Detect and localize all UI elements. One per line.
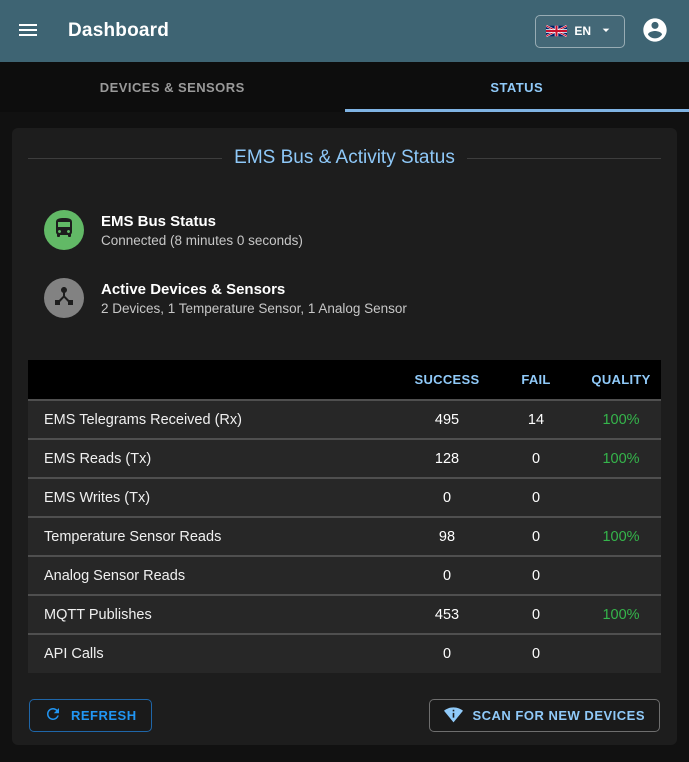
scan-for-new-devices-button[interactable]: SCAN FOR NEW DEVICES (429, 699, 660, 732)
bus-icon (52, 216, 76, 245)
tab-devices-sensors[interactable]: DEVICES & SENSORS (0, 62, 345, 112)
avatar (44, 210, 84, 250)
table-row: Analog Sensor Reads 0 0 (28, 556, 661, 595)
bus-status-text: EMS Bus Status Connected (8 minutes 0 se… (101, 213, 303, 248)
refresh-icon (44, 705, 62, 726)
row-name: EMS Writes (Tx) (28, 478, 403, 517)
active-devices-item: Active Devices & Sensors 2 Devices, 1 Te… (44, 278, 661, 318)
status-table-body: EMS Telegrams Received (Rx) 495 14 100% … (28, 400, 661, 673)
column-header-quality: QUALITY (581, 360, 661, 400)
row-name: EMS Telegrams Received (Rx) (28, 400, 403, 439)
row-success: 0 (403, 556, 491, 595)
status-table-header: SUCCESS FAIL QUALITY (28, 360, 661, 400)
table-row: EMS Writes (Tx) 0 0 (28, 478, 661, 517)
row-success: 98 (403, 517, 491, 556)
row-name: EMS Reads (Tx) (28, 439, 403, 478)
item-title: Active Devices & Sensors (101, 281, 407, 298)
row-fail: 14 (491, 400, 581, 439)
status-table: SUCCESS FAIL QUALITY EMS Telegrams Recei… (28, 360, 661, 673)
card-title: EMS Bus & Activity Status (234, 147, 455, 169)
table-row: API Calls 0 0 (28, 634, 661, 673)
item-subtitle: Connected (8 minutes 0 seconds) (101, 233, 303, 248)
row-quality (581, 634, 661, 673)
language-code: EN (574, 24, 591, 38)
column-header-success: SUCCESS (403, 360, 491, 400)
title-divider-left (28, 158, 222, 159)
row-success: 495 (403, 400, 491, 439)
app-header: Dashboard EN (0, 0, 689, 62)
row-quality: 100% (581, 400, 661, 439)
item-title: EMS Bus Status (101, 213, 303, 230)
refresh-button-label: REFRESH (71, 708, 137, 723)
language-selector[interactable]: EN (535, 15, 625, 48)
menu-icon (16, 18, 40, 45)
scan-button-label: SCAN FOR NEW DEVICES (472, 708, 645, 723)
account-button[interactable] (635, 10, 675, 53)
row-fail: 0 (491, 556, 581, 595)
row-name: Temperature Sensor Reads (28, 517, 403, 556)
table-row: MQTT Publishes 453 0 100% (28, 595, 661, 634)
tab-status[interactable]: STATUS (345, 62, 689, 112)
row-quality: 100% (581, 439, 661, 478)
row-quality: 100% (581, 517, 661, 556)
column-header-fail: FAIL (491, 360, 581, 400)
row-name: API Calls (28, 634, 403, 673)
row-success: 453 (403, 595, 491, 634)
row-success: 128 (403, 439, 491, 478)
page-title: Dashboard (68, 20, 169, 42)
active-devices-text: Active Devices & Sensors 2 Devices, 1 Te… (101, 281, 407, 316)
title-divider-right (467, 158, 661, 159)
row-quality: 100% (581, 595, 661, 634)
device-hub-icon (52, 284, 76, 313)
menu-button[interactable] (10, 12, 46, 51)
column-header-name (28, 360, 403, 400)
row-fail: 0 (491, 517, 581, 556)
card-footer: REFRESH SCAN FOR NEW DEVICES (28, 699, 661, 732)
refresh-button[interactable]: REFRESH (29, 699, 152, 732)
row-fail: 0 (491, 634, 581, 673)
chevron-down-icon (598, 22, 614, 41)
uk-flag-icon (546, 25, 567, 37)
table-row: EMS Reads (Tx) 128 0 100% (28, 439, 661, 478)
table-row: EMS Telegrams Received (Rx) 495 14 100% (28, 400, 661, 439)
status-card: EMS Bus & Activity Status EMS Bus Status… (12, 128, 677, 745)
table-row: Temperature Sensor Reads 98 0 100% (28, 517, 661, 556)
row-quality (581, 478, 661, 517)
row-quality (581, 556, 661, 595)
account-icon (641, 16, 669, 47)
row-fail: 0 (491, 595, 581, 634)
row-success: 0 (403, 478, 491, 517)
row-success: 0 (403, 634, 491, 673)
row-fail: 0 (491, 439, 581, 478)
row-name: Analog Sensor Reads (28, 556, 403, 595)
row-fail: 0 (491, 478, 581, 517)
card-title-row: EMS Bus & Activity Status (28, 146, 661, 170)
scan-wifi-icon (444, 705, 463, 727)
tab-bar: DEVICES & SENSORS STATUS (0, 62, 689, 112)
bus-status-item: EMS Bus Status Connected (8 minutes 0 se… (44, 210, 661, 250)
avatar (44, 278, 84, 318)
item-subtitle: 2 Devices, 1 Temperature Sensor, 1 Analo… (101, 301, 407, 316)
row-name: MQTT Publishes (28, 595, 403, 634)
